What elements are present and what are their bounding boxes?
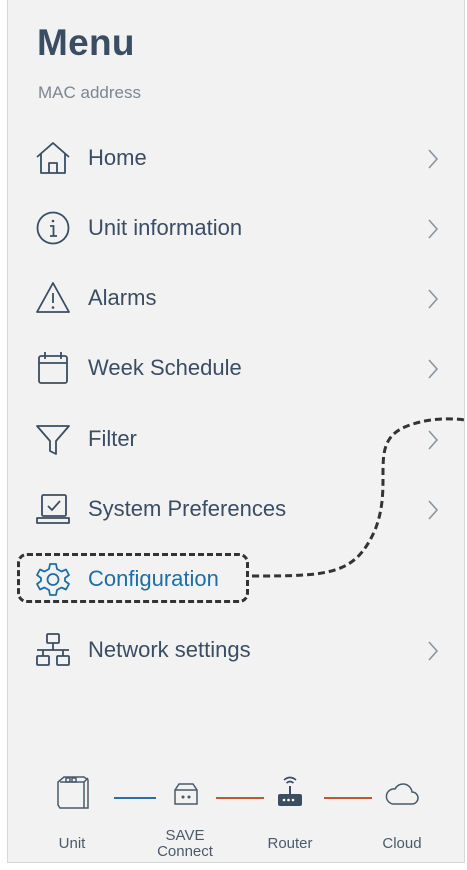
unit-icon [57, 776, 89, 809]
menu-item-label: Home [88, 145, 147, 170]
device-save-connect[interactable]: SAVE Connect [140, 770, 230, 860]
page-title: Menu [37, 22, 135, 63]
chevron-right-icon [428, 219, 439, 239]
menu-item-system-preferences[interactable]: System Preferences [8, 480, 464, 540]
menu-item-label: Unit information [88, 215, 243, 240]
chevron-right-icon [428, 500, 439, 520]
save-connect-icon [174, 783, 198, 805]
menu-item-label: Network settings [88, 637, 251, 662]
menu-item-label: Week Schedule [88, 355, 242, 380]
menu-item-filter[interactable]: Filter [8, 410, 464, 470]
device-label: SAVE Connect [157, 827, 213, 860]
menu-panel: Menu MAC address Home Unit information A… [7, 0, 465, 863]
connection-status-bar: Unit SAVE Connect Router Cloud [8, 770, 464, 860]
calendar-icon [34, 349, 72, 387]
gear-icon [34, 560, 72, 598]
warning-icon [34, 279, 72, 317]
menu-item-week-schedule[interactable]: Week Schedule [8, 339, 464, 399]
chevron-right-icon [428, 359, 439, 379]
chevron-right-icon [428, 289, 439, 309]
device-label: Cloud [382, 835, 422, 852]
device-unit[interactable]: Unit [27, 770, 117, 852]
menu-item-network-settings[interactable]: Network settings [8, 621, 464, 681]
device-label: Router [267, 835, 313, 852]
router-icon [278, 776, 302, 806]
menu-item-label: Configuration [88, 566, 219, 591]
menu-item-home[interactable]: Home [8, 129, 464, 189]
menu-item-label: System Preferences [88, 496, 287, 521]
cloud-icon [385, 783, 419, 805]
info-icon [34, 209, 72, 247]
menu-item-configuration[interactable]: Configuration [8, 550, 464, 610]
device-router[interactable]: Router [245, 770, 335, 852]
chevron-right-icon [428, 149, 439, 169]
device-label: Unit [58, 835, 86, 852]
menu-item-label: Filter [88, 426, 137, 451]
laptop-check-icon [34, 490, 72, 528]
mac-address-label: MAC address [38, 83, 141, 102]
menu-item-alarms[interactable]: Alarms [8, 269, 464, 329]
chevron-right-icon [428, 641, 439, 661]
menu-item-label: Alarms [88, 285, 157, 310]
device-cloud[interactable]: Cloud [357, 770, 447, 852]
menu-item-unit-information[interactable]: Unit information [8, 199, 464, 259]
home-icon [34, 139, 72, 177]
chevron-right-icon [428, 430, 439, 450]
filter-icon [34, 420, 72, 458]
network-icon [34, 631, 72, 669]
